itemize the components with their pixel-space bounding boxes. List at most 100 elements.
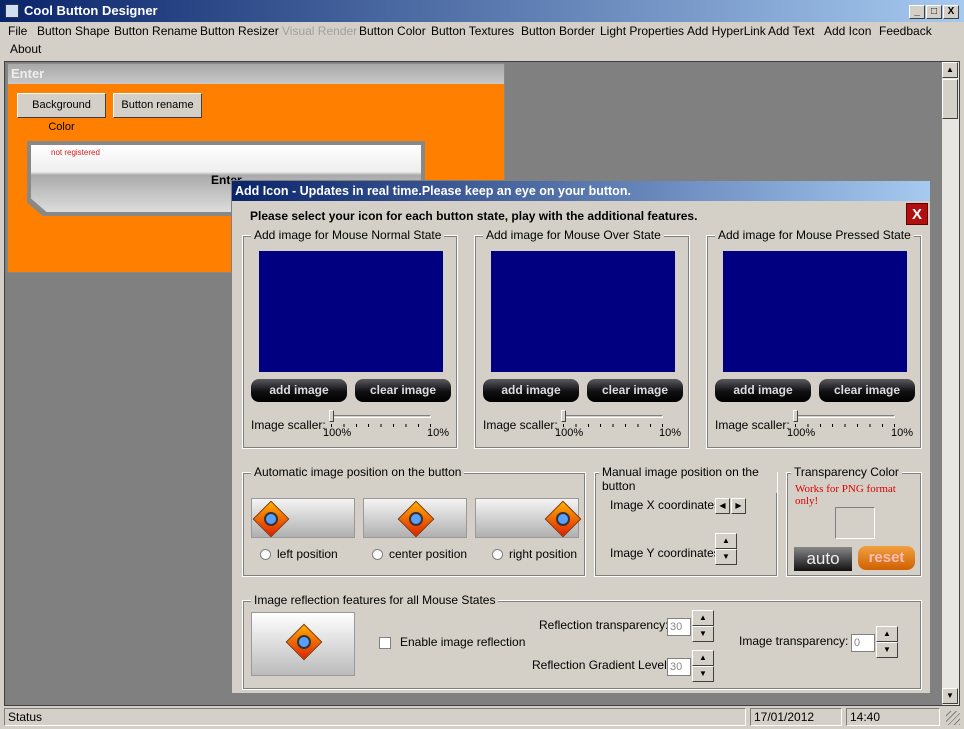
button-rename-button[interactable]: Button rename (113, 93, 202, 118)
center-position-label: center position (389, 547, 468, 561)
image-scaler-track[interactable] (331, 415, 431, 418)
add-image-button[interactable]: add image (251, 379, 347, 402)
right-position-radio[interactable] (492, 549, 503, 560)
maximize-button[interactable]: □ (926, 5, 942, 19)
normal-image-preview (259, 251, 443, 372)
left-position-radio[interactable] (260, 549, 271, 560)
spin-down-icon[interactable]: ▼ (692, 666, 714, 682)
image-scaler-track[interactable] (563, 415, 663, 418)
left-position-label: left position (277, 547, 338, 561)
clear-image-button[interactable]: clear image (587, 379, 683, 402)
auto-position-group: Automatic image position on the button l… (242, 465, 586, 577)
close-button[interactable]: X (943, 5, 959, 19)
menu-item-add-icon[interactable]: Add Icon (824, 24, 871, 38)
scaler-min-label: 100% (787, 427, 816, 439)
minimize-button[interactable]: _ (909, 5, 925, 19)
image-transparency-label: Image transparency: (739, 634, 849, 648)
scaler-max-label: 10% (427, 427, 450, 439)
scroll-down-icon[interactable]: ▼ (942, 688, 958, 704)
group-label: Transparency Color (791, 465, 902, 479)
transparency-color-swatch[interactable] (835, 507, 875, 539)
image-scaler-thumb[interactable] (561, 410, 566, 422)
manual-position-group: Manual image position on the button Imag… (594, 465, 778, 577)
reset-button[interactable]: reset (858, 546, 915, 570)
over-image-preview (491, 251, 675, 372)
enable-reflection-label: Enable image reflection (400, 635, 526, 649)
clear-image-button[interactable]: clear image (355, 379, 451, 402)
menu-item-visual-render[interactable]: Visual Render (282, 24, 357, 38)
app-icon (5, 4, 19, 18)
dialog-close-button[interactable]: X (906, 203, 928, 225)
y-down-icon[interactable]: ▼ (715, 549, 737, 565)
image-transparency-input[interactable]: 0 (851, 634, 875, 652)
image-scaler-track[interactable] (795, 415, 895, 418)
status-date: 17/01/2012 (750, 708, 842, 726)
add-icon-dialog: Add Icon - Updates in real time.Please k… (231, 180, 931, 694)
enable-reflection-checkbox[interactable] (379, 637, 391, 649)
image-scaler-thumb[interactable] (793, 410, 798, 422)
menu-item-light-properties[interactable]: Light Properties (600, 24, 684, 38)
transparency-color-group: Transparency Color Works for PNG format … (786, 465, 922, 577)
x-coordinates-label: Image X coordinates: (610, 498, 724, 512)
spin-up-icon[interactable]: ▲ (876, 626, 898, 642)
window-title: Cool Button Designer (24, 3, 158, 18)
add-image-button[interactable]: add image (715, 379, 811, 402)
scaler-max-label: 10% (891, 427, 914, 439)
spin-down-icon[interactable]: ▼ (692, 626, 714, 642)
vertical-scrollbar[interactable]: ▲ ▼ (942, 62, 959, 705)
left-position-preview (251, 498, 355, 538)
y-coordinates-label: Image Y coordinates: (610, 546, 723, 560)
menu-item-button-color[interactable]: Button Color (359, 24, 426, 38)
scroll-up-icon[interactable]: ▲ (942, 62, 958, 78)
child-title: Enter (8, 64, 504, 84)
reflection-transparency-input[interactable]: 30 (667, 618, 691, 636)
menu-item-button-resizer[interactable]: Button Resizer (200, 24, 279, 38)
center-position-preview (363, 498, 467, 538)
y-up-icon[interactable]: ▲ (715, 533, 737, 549)
menu-item-button-textures[interactable]: Button Textures (431, 24, 514, 38)
menu-item-add-hyperlink[interactable]: Add HyperLink (687, 24, 766, 38)
scroll-thumb[interactable] (942, 79, 958, 119)
menu-item-file[interactable]: File (8, 24, 27, 38)
title-bar: Cool Button Designer (0, 0, 964, 22)
menu-item-add-text[interactable]: Add Text (768, 24, 814, 38)
x-right-icon[interactable]: ▶ (731, 498, 746, 514)
status-time: 14:40 (846, 708, 940, 726)
background-color-button[interactable]: Background Color (17, 93, 106, 133)
over-state-group: Add image for Mouse Over State add image… (474, 228, 690, 449)
auto-button[interactable]: auto (794, 547, 852, 571)
reflection-transparency-label: Reflection transparency: (539, 618, 669, 632)
menu-item-feedback[interactable]: Feedback (879, 24, 932, 38)
group-label: Add image for Mouse Normal State (251, 228, 445, 242)
menu-item-button-border[interactable]: Button Border (521, 24, 595, 38)
gradient-level-input[interactable]: 30 (667, 658, 691, 676)
spin-up-icon[interactable]: ▲ (692, 650, 714, 666)
icon-image (285, 623, 323, 661)
menu-item-button-shape[interactable]: Button Shape (37, 24, 110, 38)
group-label: Add image for Mouse Over State (483, 228, 664, 242)
normal-state-group: Add image for Mouse Normal State add ima… (242, 228, 458, 449)
watermark: not registered (51, 148, 100, 157)
scaler-min-label: 100% (323, 427, 352, 439)
right-position-label: right position (509, 547, 578, 561)
icon-image (252, 500, 290, 538)
group-label: Image reflection features for all Mouse … (251, 593, 499, 607)
group-label: Add image for Mouse Pressed State (715, 228, 914, 242)
clear-image-button[interactable]: clear image (819, 379, 915, 402)
image-scaler-thumb[interactable] (329, 410, 334, 422)
icon-image (397, 500, 435, 538)
menu-item-button-rename[interactable]: Button Rename (114, 24, 197, 38)
group-label: Automatic image position on the button (251, 465, 465, 479)
spin-down-icon[interactable]: ▼ (876, 642, 898, 658)
add-image-button[interactable]: add image (483, 379, 579, 402)
status-text: Status (4, 708, 746, 726)
reflection-preview (251, 612, 355, 676)
center-position-radio[interactable] (372, 549, 383, 560)
menu-item-about[interactable]: About (10, 42, 41, 56)
right-position-preview (475, 498, 582, 538)
x-left-icon[interactable]: ◀ (715, 498, 730, 514)
icon-image (544, 500, 582, 538)
resize-grip-icon[interactable] (946, 711, 960, 725)
spin-up-icon[interactable]: ▲ (692, 610, 714, 626)
gradient-level-label: Reflection Gradient Level: (532, 658, 671, 672)
